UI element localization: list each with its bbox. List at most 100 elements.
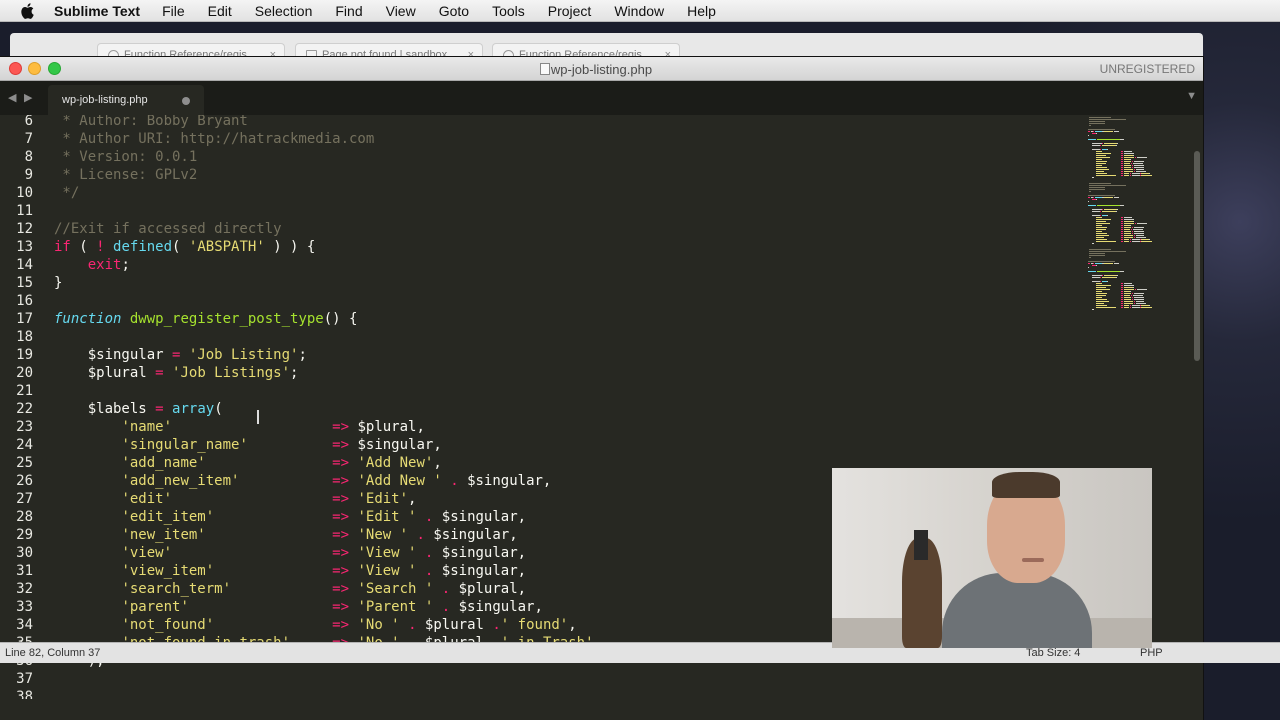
- syntax-selector[interactable]: PHP: [1140, 647, 1163, 659]
- minimap-stroke: [1135, 157, 1136, 158]
- tab-size-selector[interactable]: Tab Size: 4: [1026, 647, 1080, 659]
- line-number[interactable]: 11: [0, 202, 33, 220]
- code-line[interactable]: 6 * Author: Bobby Bryant: [0, 115, 1085, 130]
- minimap-stroke: [1096, 199, 1097, 200]
- minimap-stroke: [1092, 275, 1102, 276]
- code-token: =>: [332, 545, 350, 561]
- line-number[interactable]: 15: [0, 274, 33, 292]
- line-number[interactable]: 37: [0, 670, 33, 688]
- line-number[interactable]: 13: [0, 238, 33, 256]
- menu-file[interactable]: File: [162, 3, 185, 19]
- code-line[interactable]: 21: [0, 382, 1085, 400]
- line-number[interactable]: 22: [0, 400, 33, 418]
- minimap[interactable]: [1086, 115, 1192, 310]
- tab-wp-job-listing[interactable]: wp-job-listing.php: [48, 85, 204, 115]
- code-line[interactable]: 16: [0, 292, 1085, 310]
- code-line[interactable]: 38: [0, 688, 1085, 699]
- menu-selection[interactable]: Selection: [255, 3, 313, 19]
- unsaved-dot-icon[interactable]: [182, 97, 190, 105]
- line-number[interactable]: 17: [0, 310, 33, 328]
- code-line[interactable]: 22 $labels = array(: [0, 400, 1085, 418]
- minimap-stroke: [1089, 183, 1111, 184]
- line-number[interactable]: 28: [0, 508, 33, 526]
- menu-view[interactable]: View: [386, 3, 416, 19]
- minimap-stroke: [1121, 231, 1123, 232]
- line-number[interactable]: 18: [0, 328, 33, 346]
- line-number[interactable]: 14: [0, 256, 33, 274]
- minimap-stroke: [1121, 291, 1123, 292]
- minimap-stroke: [1132, 241, 1140, 242]
- code-line[interactable]: 23 'name' => $plural,: [0, 418, 1085, 436]
- line-number[interactable]: 25: [0, 454, 33, 472]
- menu-edit[interactable]: Edit: [208, 3, 232, 19]
- code-line[interactable]: 20 $plural = 'Job Listings';: [0, 364, 1085, 382]
- tab-forward-icon[interactable]: ▶: [24, 91, 32, 104]
- menu-goto[interactable]: Goto: [439, 3, 469, 19]
- line-number[interactable]: 26: [0, 472, 33, 490]
- minimap-stroke: [1131, 295, 1132, 296]
- menu-tools[interactable]: Tools: [492, 3, 525, 19]
- code-line[interactable]: 19 $singular = 'Job Listing';: [0, 346, 1085, 364]
- line-number[interactable]: 34: [0, 616, 33, 634]
- code-line[interactable]: 18: [0, 328, 1085, 346]
- line-number[interactable]: 30: [0, 544, 33, 562]
- title-bar[interactable]: wp-job-listing.php UNREGISTERED: [0, 57, 1203, 81]
- menu-help[interactable]: Help: [687, 3, 716, 19]
- line-number[interactable]: 20: [0, 364, 33, 382]
- code-line[interactable]: 12 //Exit if accessed directly: [0, 220, 1085, 238]
- cursor-position[interactable]: Line 82, Column 37: [5, 647, 100, 659]
- line-number[interactable]: 27: [0, 490, 33, 508]
- minimap-stroke: [1136, 235, 1144, 236]
- line-number[interactable]: 33: [0, 598, 33, 616]
- minimap-stroke: [1089, 191, 1091, 192]
- code-line[interactable]: 11: [0, 202, 1085, 220]
- tab-back-icon[interactable]: ◀: [8, 91, 16, 104]
- minimap-stroke: [1134, 233, 1144, 234]
- line-number[interactable]: 6: [0, 115, 33, 130]
- code-token: $singular: [54, 347, 173, 363]
- code-line[interactable]: 14 exit;: [0, 256, 1085, 274]
- line-number[interactable]: 12: [0, 220, 33, 238]
- code-line[interactable]: 7 * Author URI: http://hatrackmedia.com: [0, 130, 1085, 148]
- line-number[interactable]: 31: [0, 562, 33, 580]
- line-number[interactable]: 19: [0, 346, 33, 364]
- code-token: 'Parent ': [357, 599, 434, 615]
- line-number[interactable]: 8: [0, 148, 33, 166]
- scrollbar-thumb[interactable]: [1194, 151, 1200, 361]
- code-line[interactable]: 17 function dwwp_register_post_type() {: [0, 310, 1085, 328]
- code-line[interactable]: 15}: [0, 274, 1085, 292]
- code-line[interactable]: 37: [0, 670, 1085, 688]
- menu-window[interactable]: Window: [614, 3, 664, 19]
- line-number[interactable]: 21: [0, 382, 33, 400]
- line-number[interactable]: 24: [0, 436, 33, 454]
- line-number[interactable]: 9: [0, 166, 33, 184]
- menu-find[interactable]: Find: [335, 3, 362, 19]
- minimap-stroke: [1092, 215, 1100, 216]
- apple-icon[interactable]: [20, 2, 36, 19]
- line-number[interactable]: 10: [0, 184, 33, 202]
- code-line[interactable]: 24 'singular_name' => $singular,: [0, 436, 1085, 454]
- minimap-stroke: [1096, 239, 1107, 240]
- code-line[interactable]: 10 */: [0, 184, 1085, 202]
- minimap-stroke: [1124, 307, 1129, 308]
- line-number[interactable]: 23: [0, 418, 33, 436]
- line-number[interactable]: 16: [0, 292, 33, 310]
- code-line[interactable]: 9 * License: GPLv2: [0, 166, 1085, 184]
- tab-list-dropdown-icon[interactable]: ▼: [1186, 90, 1197, 102]
- line-number[interactable]: 38: [0, 688, 33, 699]
- vertical-scrollbar[interactable]: [1192, 115, 1203, 699]
- app-menu[interactable]: Sublime Text: [54, 3, 140, 19]
- line-number[interactable]: 29: [0, 526, 33, 544]
- code-line[interactable]: 8 * Version: 0.0.1: [0, 148, 1085, 166]
- code-line[interactable]: 13 if ( ! defined( 'ABSPATH' ) ) {: [0, 238, 1085, 256]
- text-cursor-icon: [257, 410, 259, 424]
- line-number[interactable]: 7: [0, 130, 33, 148]
- menu-project[interactable]: Project: [548, 3, 592, 19]
- line-number[interactable]: 32: [0, 580, 33, 598]
- minimap-stroke: [1121, 165, 1123, 166]
- minimap-stroke: [1133, 229, 1143, 230]
- minimap-stroke: [1095, 263, 1102, 264]
- code-token: 'view_item': [121, 563, 215, 579]
